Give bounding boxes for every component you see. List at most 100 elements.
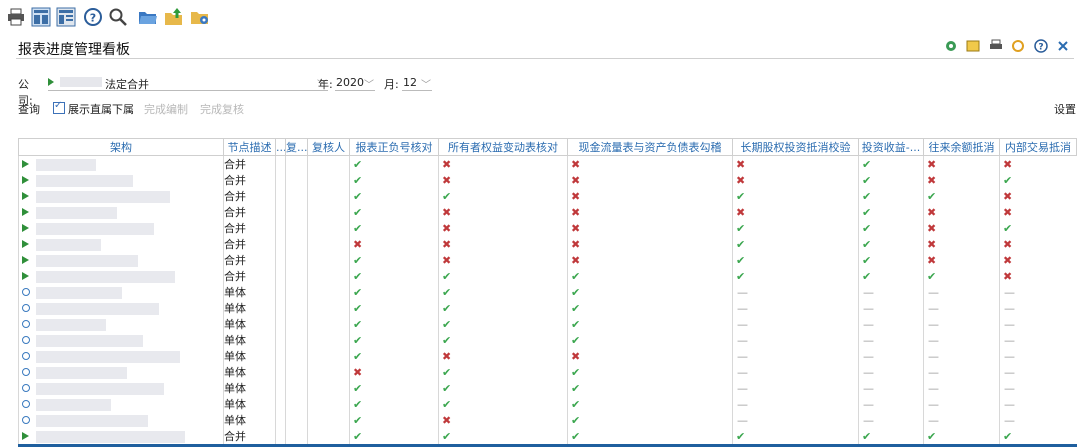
check-cell[interactable]: — [732, 380, 859, 396]
structure-cell[interactable] [18, 172, 224, 188]
table-row[interactable]: 单体 ✔ ✖ ✖ — — — — [18, 348, 1077, 364]
check-cell[interactable]: ✖ [732, 204, 859, 220]
check-cell[interactable]: — [732, 364, 859, 380]
check-cell[interactable]: ✔ [349, 172, 439, 188]
table-row[interactable]: 合并 ✔ ✔ ✔ ✔ ✔ ✔ ✖ [18, 268, 1077, 284]
check-cell[interactable]: ✖ [999, 236, 1077, 252]
check-cell[interactable]: ✖ [999, 268, 1077, 284]
check-cell[interactable]: ✖ [923, 155, 1000, 172]
check-cell[interactable]: — [999, 396, 1077, 412]
check-cell[interactable]: ✖ [567, 252, 733, 268]
check-cell[interactable]: — [858, 348, 924, 364]
settings-gear-icon[interactable] [944, 39, 958, 53]
table-row[interactable]: 合并 ✖ ✖ ✖ ✔ ✔ ✖ ✖ [18, 236, 1077, 252]
table-row[interactable]: 合并 ✔ ✔ ✔ ✔ ✔ ✔ ✔ [18, 428, 1077, 447]
col-header[interactable]: 复核人 [307, 138, 350, 156]
check-cell[interactable]: ✖ [349, 364, 439, 380]
leaf-node-icon[interactable] [22, 367, 30, 376]
check-cell[interactable]: — [732, 396, 859, 412]
check-cell[interactable]: ✔ [438, 332, 568, 348]
structure-cell[interactable] [18, 380, 224, 396]
check-cell[interactable]: ✔ [349, 284, 439, 300]
check-cell[interactable]: — [999, 412, 1077, 428]
check-cell[interactable]: — [732, 412, 859, 428]
check-cell[interactable]: ✖ [923, 220, 1000, 236]
table-row[interactable]: 合并 ✔ ✖ ✖ ✖ ✔ ✖ ✖ [18, 204, 1077, 220]
check-cell[interactable]: — [732, 348, 859, 364]
complete-review-button[interactable]: 完成复核 [200, 101, 244, 117]
check-cell[interactable]: ✔ [858, 252, 924, 268]
check-cell[interactable]: ✔ [858, 204, 924, 220]
table-row[interactable]: 合并 ✔ ✖ ✖ ✔ ✔ ✖ ✔ [18, 220, 1077, 236]
expand-icon[interactable] [22, 431, 29, 440]
check-cell[interactable]: — [858, 380, 924, 396]
check-cell[interactable]: ✖ [923, 236, 1000, 252]
check-cell[interactable]: — [923, 316, 1000, 332]
col-header[interactable]: 架构 [18, 138, 224, 156]
check-cell[interactable]: ✔ [923, 268, 1000, 284]
leaf-node-icon[interactable] [22, 287, 30, 296]
col-header[interactable]: ... [275, 138, 286, 156]
check-cell[interactable]: — [923, 300, 1000, 316]
check-cell[interactable]: ✔ [438, 428, 568, 447]
check-cell[interactable]: ✖ [567, 348, 733, 364]
expand-icon[interactable] [22, 159, 29, 168]
check-cell[interactable]: ✖ [438, 412, 568, 428]
col-header[interactable]: 所有者权益变动表核对 [438, 138, 568, 156]
check-cell[interactable]: ✔ [438, 396, 568, 412]
check-cell[interactable]: ✔ [349, 396, 439, 412]
check-cell[interactable]: ✔ [732, 428, 859, 447]
col-header[interactable]: 报表正负号核对 [349, 138, 439, 156]
check-cell[interactable]: — [999, 348, 1077, 364]
check-cell[interactable]: — [858, 364, 924, 380]
check-cell[interactable]: ✖ [438, 220, 568, 236]
check-cell[interactable]: — [923, 412, 1000, 428]
help-icon[interactable]: ? [83, 7, 103, 27]
table-row[interactable]: 合并 ✔ ✖ ✖ ✖ ✔ ✖ ✔ [18, 172, 1077, 188]
check-cell[interactable]: ✖ [567, 236, 733, 252]
structure-cell[interactable] [18, 364, 224, 380]
check-cell[interactable]: — [999, 300, 1077, 316]
check-cell[interactable]: — [923, 364, 1000, 380]
check-cell[interactable]: ✔ [438, 380, 568, 396]
col-header[interactable]: 节点描述 [223, 138, 276, 156]
check-cell[interactable]: — [732, 284, 859, 300]
refresh-icon[interactable] [1011, 39, 1025, 53]
col-header[interactable]: 内部交易抵消 [999, 138, 1077, 156]
check-cell[interactable]: ✔ [567, 380, 733, 396]
check-cell[interactable]: — [999, 364, 1077, 380]
check-cell[interactable]: ✔ [349, 268, 439, 284]
check-cell[interactable]: ✔ [349, 252, 439, 268]
structure-cell[interactable] [18, 412, 224, 428]
check-cell[interactable]: ✖ [732, 172, 859, 188]
structure-cell[interactable] [18, 332, 224, 348]
settings-button[interactable]: 设置 [1054, 101, 1076, 117]
show-direct-sub-checkbox[interactable] [53, 100, 65, 114]
check-cell[interactable]: ✔ [858, 268, 924, 284]
check-cell[interactable]: ✔ [438, 188, 568, 204]
check-cell[interactable]: — [858, 332, 924, 348]
structure-cell[interactable] [18, 204, 224, 220]
check-cell[interactable]: ✔ [858, 155, 924, 172]
year-select[interactable]: 2020 ﹀ [335, 75, 375, 91]
check-cell[interactable]: — [999, 284, 1077, 300]
check-cell[interactable]: ✖ [567, 204, 733, 220]
table-row[interactable]: 单体 ✔ ✔ ✔ — — — — [18, 332, 1077, 348]
col-header[interactable]: 投资收益-... [858, 138, 924, 156]
check-cell[interactable]: ✔ [999, 428, 1077, 447]
check-cell[interactable]: — [858, 396, 924, 412]
check-cell[interactable]: ✖ [923, 252, 1000, 268]
check-cell[interactable]: ✔ [567, 316, 733, 332]
check-cell[interactable]: ✔ [999, 172, 1077, 188]
col-header[interactable]: 复... [285, 138, 308, 156]
table-row[interactable]: 单体 ✔ ✖ ✔ — — — — [18, 412, 1077, 428]
expand-icon[interactable] [22, 191, 29, 200]
table-row[interactable]: 单体 ✔ ✔ ✔ — — — — [18, 396, 1077, 412]
check-cell[interactable]: — [732, 332, 859, 348]
structure-cell[interactable] [18, 252, 224, 268]
check-cell[interactable]: ✔ [438, 364, 568, 380]
check-cell[interactable]: ✔ [858, 236, 924, 252]
check-cell[interactable]: — [858, 284, 924, 300]
structure-cell[interactable] [18, 268, 224, 284]
check-cell[interactable]: ✔ [923, 428, 1000, 447]
